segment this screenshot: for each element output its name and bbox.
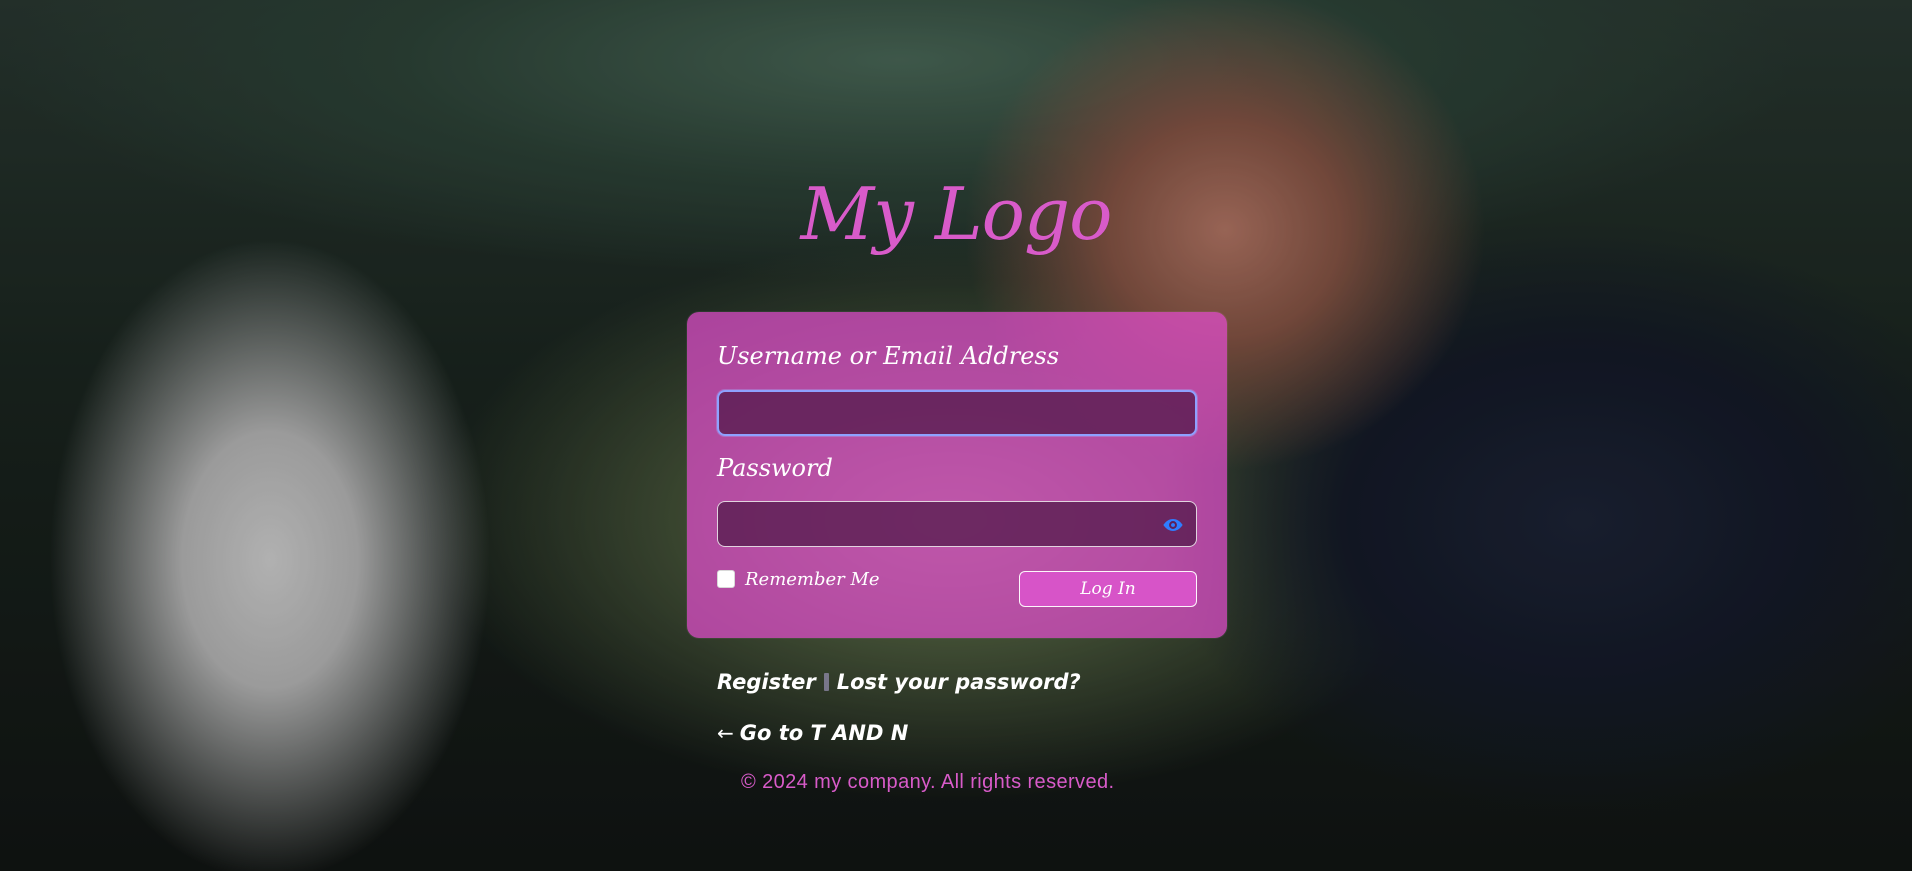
footer-copyright: © 2024 my company. All rights reserved. [741,771,1115,793]
password-label: Password [717,454,833,482]
remember-me-row: Remember Me [717,568,880,590]
back-arrow-icon: ← [717,721,734,745]
remember-me-checkbox[interactable] [717,570,735,588]
username-input[interactable] [719,392,1195,434]
remember-me-label[interactable]: Remember Me [745,569,880,590]
account-links: Register Lost your password? [717,670,1081,694]
login-form: Username or Email Address Password Remem… [687,312,1227,638]
site-logo[interactable]: My Logo [760,178,1152,250]
register-link[interactable]: Register [717,670,816,694]
link-separator [823,673,829,691]
password-field-wrapper [717,501,1197,547]
lost-password-link[interactable]: Lost your password? [837,670,1081,694]
password-input[interactable] [718,502,1196,546]
username-label: Username or Email Address [717,342,1060,370]
back-to-site-label: Go to T AND N [739,721,909,745]
login-button[interactable]: Log In [1019,571,1197,607]
eye-icon[interactable] [1162,514,1184,536]
username-field-wrapper [717,390,1197,436]
back-to-site-link[interactable]: ← Go to T AND N [717,721,908,745]
